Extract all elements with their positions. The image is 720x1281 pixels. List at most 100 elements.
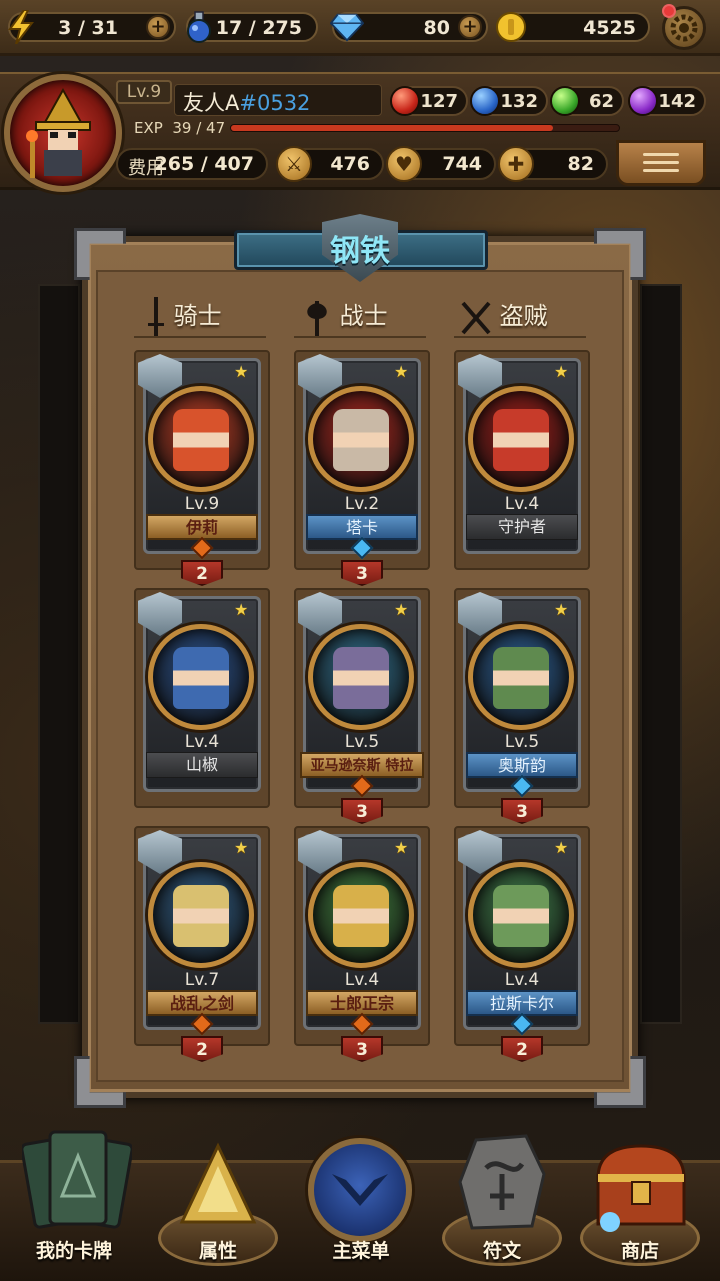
cost-value: 265 / 407 — [154, 153, 255, 175]
star-icon: ★ — [554, 600, 569, 619]
card-level: Lv.4 — [344, 970, 380, 990]
exp-progress-fill — [231, 125, 554, 131]
hp-value: 744 — [442, 153, 482, 175]
character-sprite — [173, 409, 229, 471]
diamond-icon — [330, 10, 364, 44]
card-name-banner: 山椒 — [146, 752, 258, 778]
character-portrait — [148, 624, 254, 730]
triangle-crystal-icon — [179, 1142, 257, 1224]
green-orb-icon — [550, 86, 580, 116]
purple-orb-counter: 142 — [628, 86, 706, 116]
star-icon: ★ — [554, 362, 569, 381]
blue-orb-counter: 132 — [470, 86, 548, 116]
character-sprite — [173, 885, 229, 947]
star-icon: ★ — [394, 600, 409, 619]
nav-runes[interactable]: 符文 — [442, 1134, 562, 1280]
card-level: Lv.4 — [504, 494, 540, 514]
star-icon: ★ — [394, 838, 409, 857]
divider — [134, 336, 266, 338]
character-sprite — [333, 885, 389, 947]
resource-bar: 3 / 31 + 17 / 275 80 + 4525 — [0, 0, 720, 56]
card-level: Lv.2 — [344, 494, 380, 514]
red-orb-icon — [390, 86, 420, 116]
character-sprite — [173, 647, 229, 709]
character-portrait — [468, 624, 574, 730]
hamburger-menu-button[interactable] — [616, 140, 706, 186]
divider — [454, 336, 586, 338]
player-name: 友人A#0532 — [183, 91, 311, 115]
purple-orb-icon — [628, 86, 658, 116]
lightning-icon — [4, 10, 38, 44]
character-portrait — [148, 862, 254, 968]
potion-icon — [182, 10, 216, 44]
nav-label: 商店 — [620, 1240, 659, 1262]
potion-counter: 17 / 275 — [186, 11, 318, 43]
heart-icon: ♥ — [386, 146, 422, 182]
attack-value: 476 — [330, 153, 370, 175]
gold-counter: 4525 — [496, 12, 650, 42]
heal-value: 82 — [567, 153, 594, 175]
character-portrait — [148, 386, 254, 492]
axe-icon — [307, 301, 327, 337]
player-level: Lv.9 — [116, 80, 172, 104]
purple-orb-value: 142 — [658, 91, 696, 112]
character-sprite — [493, 647, 549, 709]
gem-counter: 80 + — [330, 10, 488, 44]
character-portrait — [308, 862, 414, 968]
heal-stat: ✚ 82 — [498, 146, 608, 182]
nav-shop[interactable]: 商店 — [580, 1134, 700, 1280]
exp-value: 39 / 47 — [172, 119, 226, 137]
add-gems-button[interactable]: + — [458, 15, 482, 39]
exp-progress-bar — [230, 124, 620, 132]
exp-label: EXP 39 / 47 — [134, 119, 226, 137]
card-level: Lv.7 — [184, 970, 220, 990]
crossed-swords-icon: ⚔ — [276, 146, 312, 182]
blue-orb-value: 132 — [500, 91, 538, 112]
card-level: Lv.4 — [504, 970, 540, 990]
card-level: Lv.9 — [184, 494, 220, 514]
card-level: Lv.5 — [504, 732, 540, 752]
treasure-chest-icon — [596, 1144, 686, 1232]
nav-main-menu[interactable]: 主菜单 — [306, 1138, 416, 1278]
player-id: #0532 — [239, 91, 311, 115]
hp-stat: ♥ 744 — [386, 146, 496, 182]
nav-label: 我的卡牌 — [35, 1240, 112, 1262]
card-deck-icon — [22, 1130, 132, 1229]
red-orb-counter: 127 — [390, 86, 468, 116]
column-header-rogue: 盗贼 — [460, 296, 548, 336]
character-portrait — [308, 624, 414, 730]
star-icon: ★ — [234, 600, 249, 619]
wizard-portrait-icon — [26, 87, 91, 178]
board-side-left — [38, 284, 80, 1024]
star-icon: ★ — [234, 362, 249, 381]
player-name-box[interactable]: 友人A#0532 — [174, 84, 382, 116]
notification-dot — [662, 4, 676, 18]
character-sprite — [333, 647, 389, 709]
card-level: Lv.4 — [184, 732, 220, 752]
board-side-right — [640, 284, 682, 1024]
star-icon: ★ — [234, 838, 249, 857]
blue-orb-icon — [470, 86, 500, 116]
nav-attributes[interactable]: 属性 — [158, 1140, 278, 1280]
emblem-icon — [308, 1138, 412, 1242]
attack-stat: ⚔ 476 — [276, 146, 384, 182]
rune-stone-icon — [458, 1134, 546, 1230]
green-orb-value: 62 — [588, 91, 614, 112]
card-level: Lv.5 — [344, 732, 380, 752]
star-icon: ★ — [394, 362, 409, 381]
stamina-counter: 3 / 31 + — [8, 10, 176, 44]
cost-stat: 费用 265 / 407 — [116, 148, 268, 180]
nav-label: 属性 — [198, 1240, 237, 1262]
stamina-value: 3 / 31 — [58, 17, 118, 39]
star-icon: ★ — [554, 838, 569, 857]
nav-label: 主菜单 — [332, 1240, 390, 1262]
menu-line — [643, 161, 679, 164]
character-portrait — [308, 386, 414, 492]
player-avatar[interactable] — [4, 74, 122, 192]
menu-line — [643, 153, 679, 156]
gold-coin-icon — [494, 10, 528, 44]
gem-value: 80 — [423, 17, 450, 39]
column-label: 战士 — [339, 302, 388, 330]
nav-my-cards[interactable]: 我的卡牌 — [14, 1126, 134, 1276]
add-stamina-button[interactable]: + — [146, 15, 170, 39]
